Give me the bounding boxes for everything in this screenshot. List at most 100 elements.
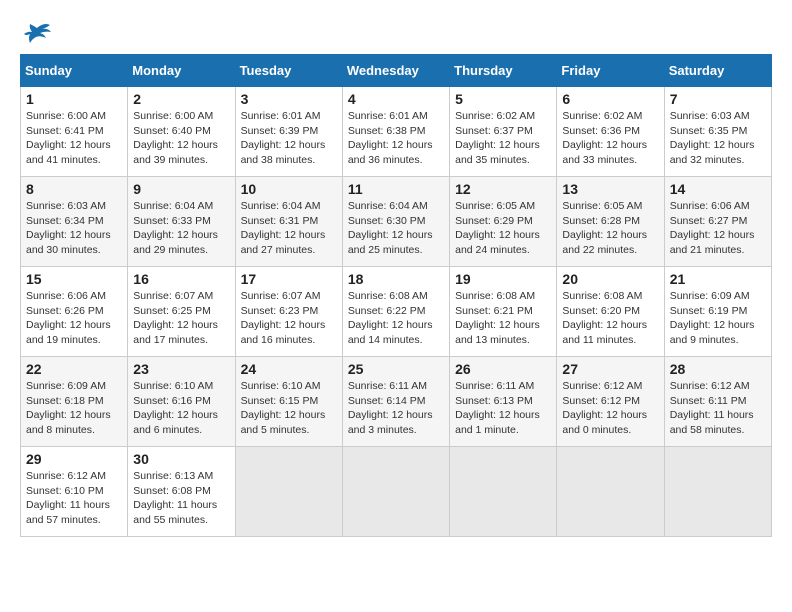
col-tuesday: Tuesday	[235, 55, 342, 87]
calendar-week-row: 1 Sunrise: 6:00 AMSunset: 6:41 PMDayligh…	[21, 87, 772, 177]
day-number: 13	[562, 181, 658, 197]
table-row: 11 Sunrise: 6:04 AMSunset: 6:30 PMDaylig…	[342, 177, 449, 267]
day-number: 3	[241, 91, 337, 107]
table-row: 14 Sunrise: 6:06 AMSunset: 6:27 PMDaylig…	[664, 177, 771, 267]
day-number: 21	[670, 271, 766, 287]
day-info: Sunrise: 6:05 AMSunset: 6:28 PMDaylight:…	[562, 200, 647, 256]
table-row: 18 Sunrise: 6:08 AMSunset: 6:22 PMDaylig…	[342, 267, 449, 357]
table-row	[450, 447, 557, 537]
day-info: Sunrise: 6:11 AMSunset: 6:13 PMDaylight:…	[455, 380, 540, 436]
table-row: 20 Sunrise: 6:08 AMSunset: 6:20 PMDaylig…	[557, 267, 664, 357]
day-info: Sunrise: 6:02 AMSunset: 6:37 PMDaylight:…	[455, 110, 540, 166]
day-number: 23	[133, 361, 229, 377]
day-info: Sunrise: 6:13 AMSunset: 6:08 PMDaylight:…	[133, 470, 217, 526]
table-row: 28 Sunrise: 6:12 AMSunset: 6:11 PMDaylig…	[664, 357, 771, 447]
table-row	[557, 447, 664, 537]
day-info: Sunrise: 6:07 AMSunset: 6:25 PMDaylight:…	[133, 290, 218, 346]
day-info: Sunrise: 6:12 AMSunset: 6:10 PMDaylight:…	[26, 470, 110, 526]
day-info: Sunrise: 6:04 AMSunset: 6:33 PMDaylight:…	[133, 200, 218, 256]
day-info: Sunrise: 6:10 AMSunset: 6:15 PMDaylight:…	[241, 380, 326, 436]
day-info: Sunrise: 6:08 AMSunset: 6:21 PMDaylight:…	[455, 290, 540, 346]
day-info: Sunrise: 6:00 AMSunset: 6:40 PMDaylight:…	[133, 110, 218, 166]
table-row: 3 Sunrise: 6:01 AMSunset: 6:39 PMDayligh…	[235, 87, 342, 177]
day-number: 18	[348, 271, 444, 287]
day-info: Sunrise: 6:03 AMSunset: 6:35 PMDaylight:…	[670, 110, 755, 166]
calendar-table: Sunday Monday Tuesday Wednesday Thursday…	[20, 54, 772, 537]
col-saturday: Saturday	[664, 55, 771, 87]
day-info: Sunrise: 6:00 AMSunset: 6:41 PMDaylight:…	[26, 110, 111, 166]
day-number: 1	[26, 91, 122, 107]
calendar-week-row: 15 Sunrise: 6:06 AMSunset: 6:26 PMDaylig…	[21, 267, 772, 357]
table-row	[342, 447, 449, 537]
table-row: 9 Sunrise: 6:04 AMSunset: 6:33 PMDayligh…	[128, 177, 235, 267]
day-number: 8	[26, 181, 122, 197]
day-number: 30	[133, 451, 229, 467]
logo-bird-icon	[22, 20, 52, 44]
table-row: 1 Sunrise: 6:00 AMSunset: 6:41 PMDayligh…	[21, 87, 128, 177]
day-number: 25	[348, 361, 444, 377]
table-row: 21 Sunrise: 6:09 AMSunset: 6:19 PMDaylig…	[664, 267, 771, 357]
calendar-week-row: 29 Sunrise: 6:12 AMSunset: 6:10 PMDaylig…	[21, 447, 772, 537]
table-row: 13 Sunrise: 6:05 AMSunset: 6:28 PMDaylig…	[557, 177, 664, 267]
day-number: 11	[348, 181, 444, 197]
table-row	[235, 447, 342, 537]
table-row: 24 Sunrise: 6:10 AMSunset: 6:15 PMDaylig…	[235, 357, 342, 447]
day-number: 9	[133, 181, 229, 197]
day-number: 20	[562, 271, 658, 287]
day-number: 17	[241, 271, 337, 287]
day-number: 29	[26, 451, 122, 467]
table-row: 19 Sunrise: 6:08 AMSunset: 6:21 PMDaylig…	[450, 267, 557, 357]
day-info: Sunrise: 6:10 AMSunset: 6:16 PMDaylight:…	[133, 380, 218, 436]
calendar-week-row: 22 Sunrise: 6:09 AMSunset: 6:18 PMDaylig…	[21, 357, 772, 447]
day-number: 2	[133, 91, 229, 107]
day-info: Sunrise: 6:06 AMSunset: 6:26 PMDaylight:…	[26, 290, 111, 346]
day-info: Sunrise: 6:04 AMSunset: 6:31 PMDaylight:…	[241, 200, 326, 256]
day-number: 12	[455, 181, 551, 197]
table-row: 8 Sunrise: 6:03 AMSunset: 6:34 PMDayligh…	[21, 177, 128, 267]
day-number: 10	[241, 181, 337, 197]
day-info: Sunrise: 6:02 AMSunset: 6:36 PMDaylight:…	[562, 110, 647, 166]
table-row: 26 Sunrise: 6:11 AMSunset: 6:13 PMDaylig…	[450, 357, 557, 447]
day-number: 28	[670, 361, 766, 377]
table-row: 15 Sunrise: 6:06 AMSunset: 6:26 PMDaylig…	[21, 267, 128, 357]
day-info: Sunrise: 6:09 AMSunset: 6:19 PMDaylight:…	[670, 290, 755, 346]
col-thursday: Thursday	[450, 55, 557, 87]
day-info: Sunrise: 6:08 AMSunset: 6:22 PMDaylight:…	[348, 290, 433, 346]
day-number: 16	[133, 271, 229, 287]
day-info: Sunrise: 6:01 AMSunset: 6:39 PMDaylight:…	[241, 110, 326, 166]
table-row: 30 Sunrise: 6:13 AMSunset: 6:08 PMDaylig…	[128, 447, 235, 537]
calendar-week-row: 8 Sunrise: 6:03 AMSunset: 6:34 PMDayligh…	[21, 177, 772, 267]
day-number: 6	[562, 91, 658, 107]
table-row: 17 Sunrise: 6:07 AMSunset: 6:23 PMDaylig…	[235, 267, 342, 357]
day-number: 19	[455, 271, 551, 287]
header	[20, 20, 772, 44]
col-sunday: Sunday	[21, 55, 128, 87]
day-info: Sunrise: 6:06 AMSunset: 6:27 PMDaylight:…	[670, 200, 755, 256]
table-row: 29 Sunrise: 6:12 AMSunset: 6:10 PMDaylig…	[21, 447, 128, 537]
day-info: Sunrise: 6:08 AMSunset: 6:20 PMDaylight:…	[562, 290, 647, 346]
table-row: 25 Sunrise: 6:11 AMSunset: 6:14 PMDaylig…	[342, 357, 449, 447]
table-row: 4 Sunrise: 6:01 AMSunset: 6:38 PMDayligh…	[342, 87, 449, 177]
day-number: 4	[348, 91, 444, 107]
day-info: Sunrise: 6:04 AMSunset: 6:30 PMDaylight:…	[348, 200, 433, 256]
table-row: 6 Sunrise: 6:02 AMSunset: 6:36 PMDayligh…	[557, 87, 664, 177]
day-info: Sunrise: 6:03 AMSunset: 6:34 PMDaylight:…	[26, 200, 111, 256]
day-info: Sunrise: 6:11 AMSunset: 6:14 PMDaylight:…	[348, 380, 433, 436]
col-friday: Friday	[557, 55, 664, 87]
day-number: 15	[26, 271, 122, 287]
table-row	[664, 447, 771, 537]
logo	[20, 20, 52, 44]
day-info: Sunrise: 6:01 AMSunset: 6:38 PMDaylight:…	[348, 110, 433, 166]
table-row: 5 Sunrise: 6:02 AMSunset: 6:37 PMDayligh…	[450, 87, 557, 177]
table-row: 22 Sunrise: 6:09 AMSunset: 6:18 PMDaylig…	[21, 357, 128, 447]
table-row: 23 Sunrise: 6:10 AMSunset: 6:16 PMDaylig…	[128, 357, 235, 447]
day-number: 14	[670, 181, 766, 197]
col-wednesday: Wednesday	[342, 55, 449, 87]
table-row: 16 Sunrise: 6:07 AMSunset: 6:25 PMDaylig…	[128, 267, 235, 357]
day-number: 22	[26, 361, 122, 377]
table-row: 7 Sunrise: 6:03 AMSunset: 6:35 PMDayligh…	[664, 87, 771, 177]
table-row: 2 Sunrise: 6:00 AMSunset: 6:40 PMDayligh…	[128, 87, 235, 177]
calendar-header-row: Sunday Monday Tuesday Wednesday Thursday…	[21, 55, 772, 87]
table-row: 10 Sunrise: 6:04 AMSunset: 6:31 PMDaylig…	[235, 177, 342, 267]
day-info: Sunrise: 6:05 AMSunset: 6:29 PMDaylight:…	[455, 200, 540, 256]
